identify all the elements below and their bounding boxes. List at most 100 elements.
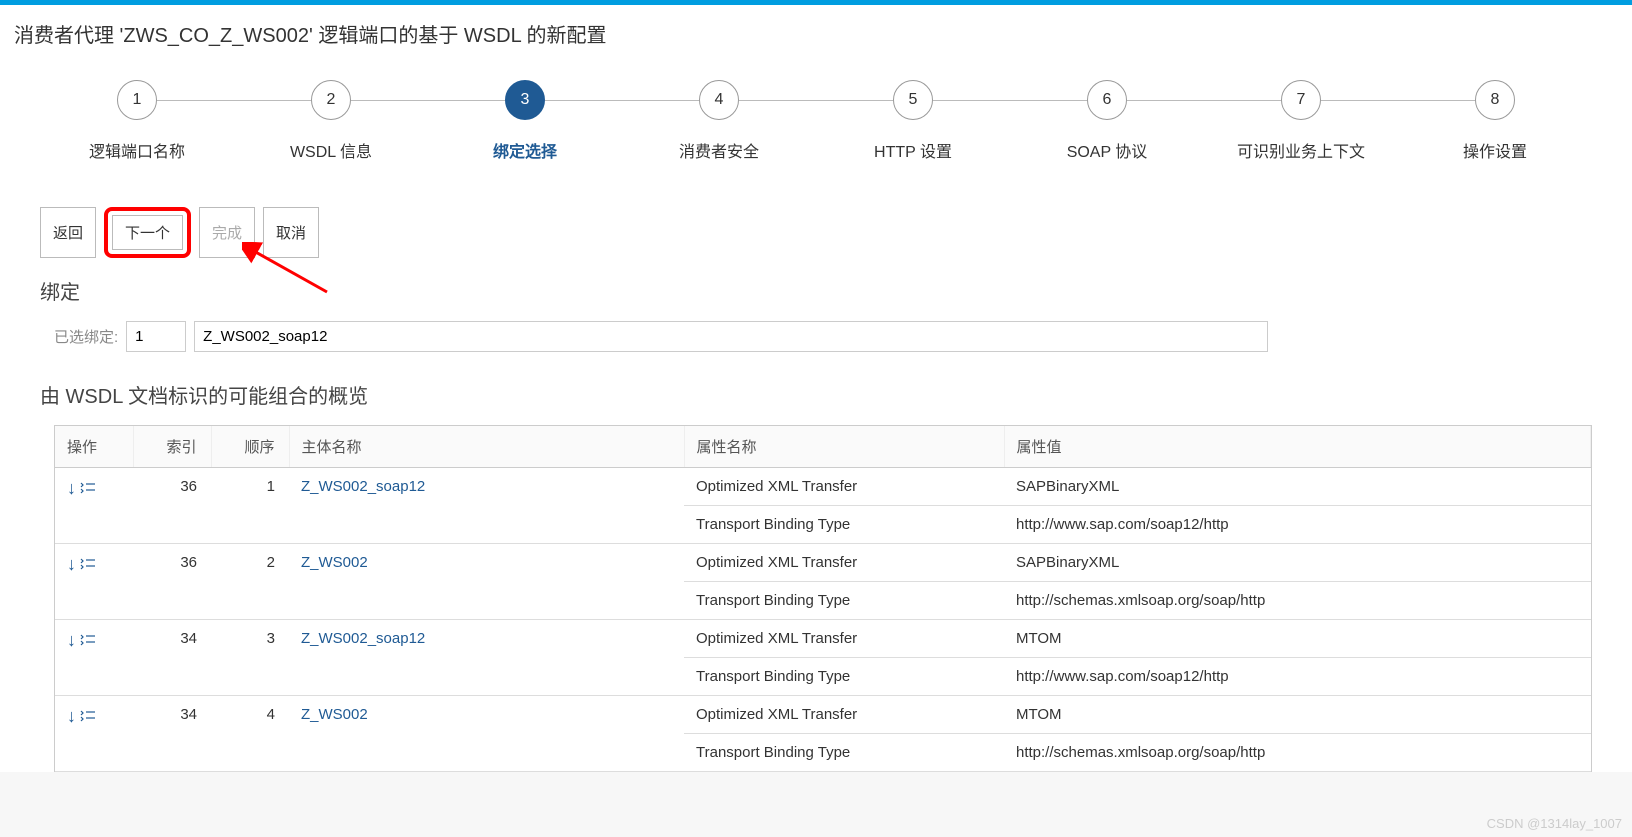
cell-index: 34 xyxy=(133,696,211,772)
header-index: 索引 xyxy=(133,426,211,468)
watermark: CSDN @1314lay_1007 xyxy=(1487,816,1622,831)
next-button[interactable]: 下一个 xyxy=(112,215,183,250)
cell-attrname: Optimized XML Transfer xyxy=(684,696,1004,734)
cell-attrname: Transport Binding Type xyxy=(684,734,1004,772)
cell-attrval: MTOM xyxy=(1004,696,1591,734)
cell-attrname: Optimized XML Transfer xyxy=(684,544,1004,582)
subject-link[interactable]: Z_WS002 xyxy=(301,554,368,571)
table-row: ↓ 362Z_WS002Optimized XML TransferSAPBin… xyxy=(55,544,1591,582)
header-action: 操作 xyxy=(55,426,133,468)
step-number: 7 xyxy=(1281,80,1321,120)
bindings-table: 操作 索引 顺序 主体名称 属性名称 属性值 ↓ 361Z_WS002_soap… xyxy=(54,425,1592,772)
cell-attrval: SAPBinaryXML xyxy=(1004,544,1591,582)
step-number: 6 xyxy=(1087,80,1127,120)
wizard-step-3[interactable]: 3 绑定选择 xyxy=(428,80,622,162)
cell-attrval: http://schemas.xmlsoap.org/soap/http xyxy=(1004,734,1591,772)
header-order: 顺序 xyxy=(211,426,289,468)
wizard-step-4[interactable]: 4 消费者安全 xyxy=(622,80,816,162)
step-label: 消费者安全 xyxy=(622,138,816,162)
step-label: 操作设置 xyxy=(1398,138,1592,162)
cell-attrname: Optimized XML Transfer xyxy=(684,620,1004,658)
cell-attrname: Optimized XML Transfer xyxy=(684,468,1004,506)
step-connector xyxy=(933,100,1087,101)
subject-link[interactable]: Z_WS002 xyxy=(301,706,368,723)
wizard-step-2[interactable]: 2 WSDL 信息 xyxy=(234,80,428,162)
selected-binding-label: 已选绑定: xyxy=(54,326,118,347)
cell-attrval: SAPBinaryXML xyxy=(1004,468,1591,506)
finish-button[interactable]: 完成 xyxy=(199,207,255,258)
header-attrname: 属性名称 xyxy=(684,426,1004,468)
cell-order: 3 xyxy=(211,620,289,696)
wizard-step-6[interactable]: 6 SOAP 协议 xyxy=(1010,80,1204,162)
step-label: 可识别业务上下文 xyxy=(1204,138,1398,162)
cell-subject: Z_WS002_soap12 xyxy=(289,468,684,544)
selected-binding-row: 已选绑定: xyxy=(54,321,1592,352)
wizard-stepper: 1 逻辑端口名称 2 WSDL 信息 3 绑定选择 4 消费者安全 5 HTTP 设置 6 SOAP … xyxy=(0,58,1632,192)
arrow-down-icon[interactable]: ↓ xyxy=(67,630,76,651)
selected-binding-index[interactable] xyxy=(126,321,186,352)
step-number: 3 xyxy=(505,80,545,120)
step-label: 逻辑端口名称 xyxy=(40,138,234,162)
header-attrval: 属性值 xyxy=(1004,426,1591,468)
binding-section-title: 绑定 xyxy=(40,276,1592,305)
wizard-step-1[interactable]: 1 逻辑端口名称 xyxy=(40,80,234,162)
cell-subject: Z_WS002 xyxy=(289,696,684,772)
step-connector xyxy=(351,100,505,101)
step-number: 8 xyxy=(1475,80,1515,120)
table-row: ↓ 344Z_WS002Optimized XML TransferMTOM xyxy=(55,696,1591,734)
step-connector xyxy=(1321,100,1475,101)
step-number: 1 xyxy=(117,80,157,120)
subject-link[interactable]: Z_WS002_soap12 xyxy=(301,630,425,647)
step-number: 5 xyxy=(893,80,933,120)
cell-order: 1 xyxy=(211,468,289,544)
wizard-step-8[interactable]: 8 操作设置 xyxy=(1398,80,1592,162)
header-subject: 主体名称 xyxy=(289,426,684,468)
step-connector xyxy=(739,100,893,101)
step-label: SOAP 协议 xyxy=(1010,138,1204,162)
row-actions[interactable]: ↓ xyxy=(67,630,96,651)
wizard-buttons: 返回 下一个 完成 取消 xyxy=(40,207,1592,258)
step-label: WSDL 信息 xyxy=(234,138,428,162)
arrow-down-icon[interactable]: ↓ xyxy=(67,706,76,727)
step-connector xyxy=(545,100,699,101)
row-actions[interactable]: ↓ xyxy=(67,478,96,499)
checklist-icon[interactable] xyxy=(80,481,96,496)
step-label: HTTP 设置 xyxy=(816,138,1010,162)
cell-order: 4 xyxy=(211,696,289,772)
cell-attrname: Transport Binding Type xyxy=(684,658,1004,696)
cell-index: 34 xyxy=(133,620,211,696)
cell-attrval: http://schemas.xmlsoap.org/soap/http xyxy=(1004,582,1591,620)
checklist-icon[interactable] xyxy=(80,709,96,724)
step-number: 2 xyxy=(311,80,351,120)
step-connector xyxy=(1127,100,1281,101)
selected-binding-name[interactable] xyxy=(194,321,1268,352)
cell-attrval: http://www.sap.com/soap12/http xyxy=(1004,658,1591,696)
cell-subject: Z_WS002_soap12 xyxy=(289,620,684,696)
row-actions[interactable]: ↓ xyxy=(67,706,96,727)
checklist-icon[interactable] xyxy=(80,633,96,648)
cancel-button[interactable]: 取消 xyxy=(263,207,319,258)
step-connector xyxy=(157,100,311,101)
row-actions[interactable]: ↓ xyxy=(67,554,96,575)
step-label: 绑定选择 xyxy=(428,138,622,162)
cell-index: 36 xyxy=(133,468,211,544)
overview-title: 由 WSDL 文档标识的可能组合的概览 xyxy=(40,380,1592,409)
table-row: ↓ 343Z_WS002_soap12Optimized XML Transfe… xyxy=(55,620,1591,658)
cell-attrval: MTOM xyxy=(1004,620,1591,658)
arrow-down-icon[interactable]: ↓ xyxy=(67,478,76,499)
subject-link[interactable]: Z_WS002_soap12 xyxy=(301,478,425,495)
cell-attrval: http://www.sap.com/soap12/http xyxy=(1004,506,1591,544)
arrow-down-icon[interactable]: ↓ xyxy=(67,554,76,575)
highlight-annotation: 下一个 xyxy=(104,207,191,258)
wizard-step-5[interactable]: 5 HTTP 设置 xyxy=(816,80,1010,162)
cell-attrname: Transport Binding Type xyxy=(684,506,1004,544)
cell-subject: Z_WS002 xyxy=(289,544,684,620)
table-row: ↓ 361Z_WS002_soap12Optimized XML Transfe… xyxy=(55,468,1591,506)
cell-attrname: Transport Binding Type xyxy=(684,582,1004,620)
wizard-step-7[interactable]: 7 可识别业务上下文 xyxy=(1204,80,1398,162)
cell-order: 2 xyxy=(211,544,289,620)
back-button[interactable]: 返回 xyxy=(40,207,96,258)
page-title: 消费者代理 'ZWS_CO_Z_WS002' 逻辑端口的基于 WSDL 的新配置 xyxy=(0,5,1632,58)
step-number: 4 xyxy=(699,80,739,120)
checklist-icon[interactable] xyxy=(80,557,96,572)
